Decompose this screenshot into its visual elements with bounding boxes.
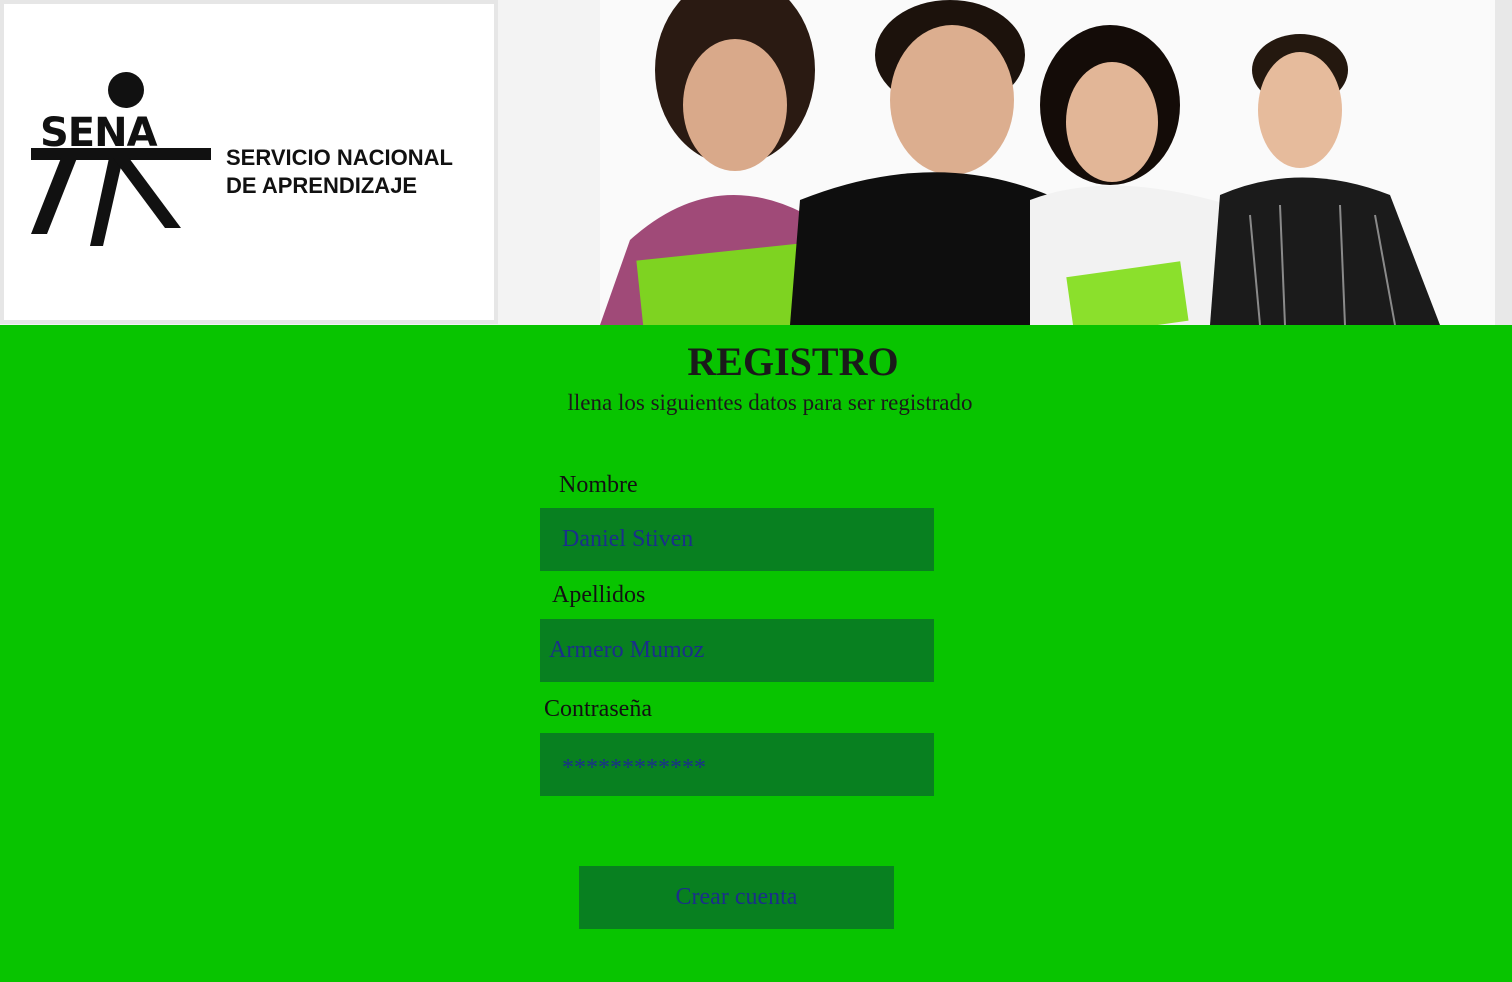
logo-organization-name: SERVICIO NACIONAL DE APRENDIZAJE (226, 144, 453, 200)
apellidos-label: Apellidos (552, 582, 646, 608)
photo-border (1495, 0, 1512, 325)
create-account-button[interactable]: Crear cuenta (579, 866, 894, 929)
password-input-value: ************ (562, 755, 706, 781)
logo-figure-head (108, 72, 144, 108)
nombre-label: Nombre (559, 472, 638, 498)
students-photo (600, 0, 1495, 325)
password-label: Contraseña (544, 696, 652, 722)
password-input[interactable]: ************ (540, 733, 934, 796)
logo-name-line-1: SERVICIO NACIONAL (226, 145, 453, 170)
header-banner: SENA SERVICIO NACIONAL DE APRENDIZAJE (0, 0, 1512, 325)
nombre-input-value: Daniel Stiven (562, 526, 694, 552)
create-account-label: Crear cuenta (675, 884, 798, 910)
page-subtitle: llena los siguientes datos para ser regi… (567, 390, 973, 415)
logo-figure-legs (31, 158, 181, 246)
apellidos-input-value: Armero Mumoz (549, 637, 705, 663)
students-illustration (600, 0, 1440, 325)
page-title: REGISTRO (687, 339, 899, 384)
apellidos-input[interactable]: Armero Mumoz (540, 619, 934, 682)
logo-name-line-2: DE APRENDIZAJE (226, 173, 418, 198)
nombre-input[interactable]: Daniel Stiven (540, 508, 934, 571)
sena-logo: SENA SERVICIO NACIONAL DE APRENDIZAJE (0, 0, 498, 324)
